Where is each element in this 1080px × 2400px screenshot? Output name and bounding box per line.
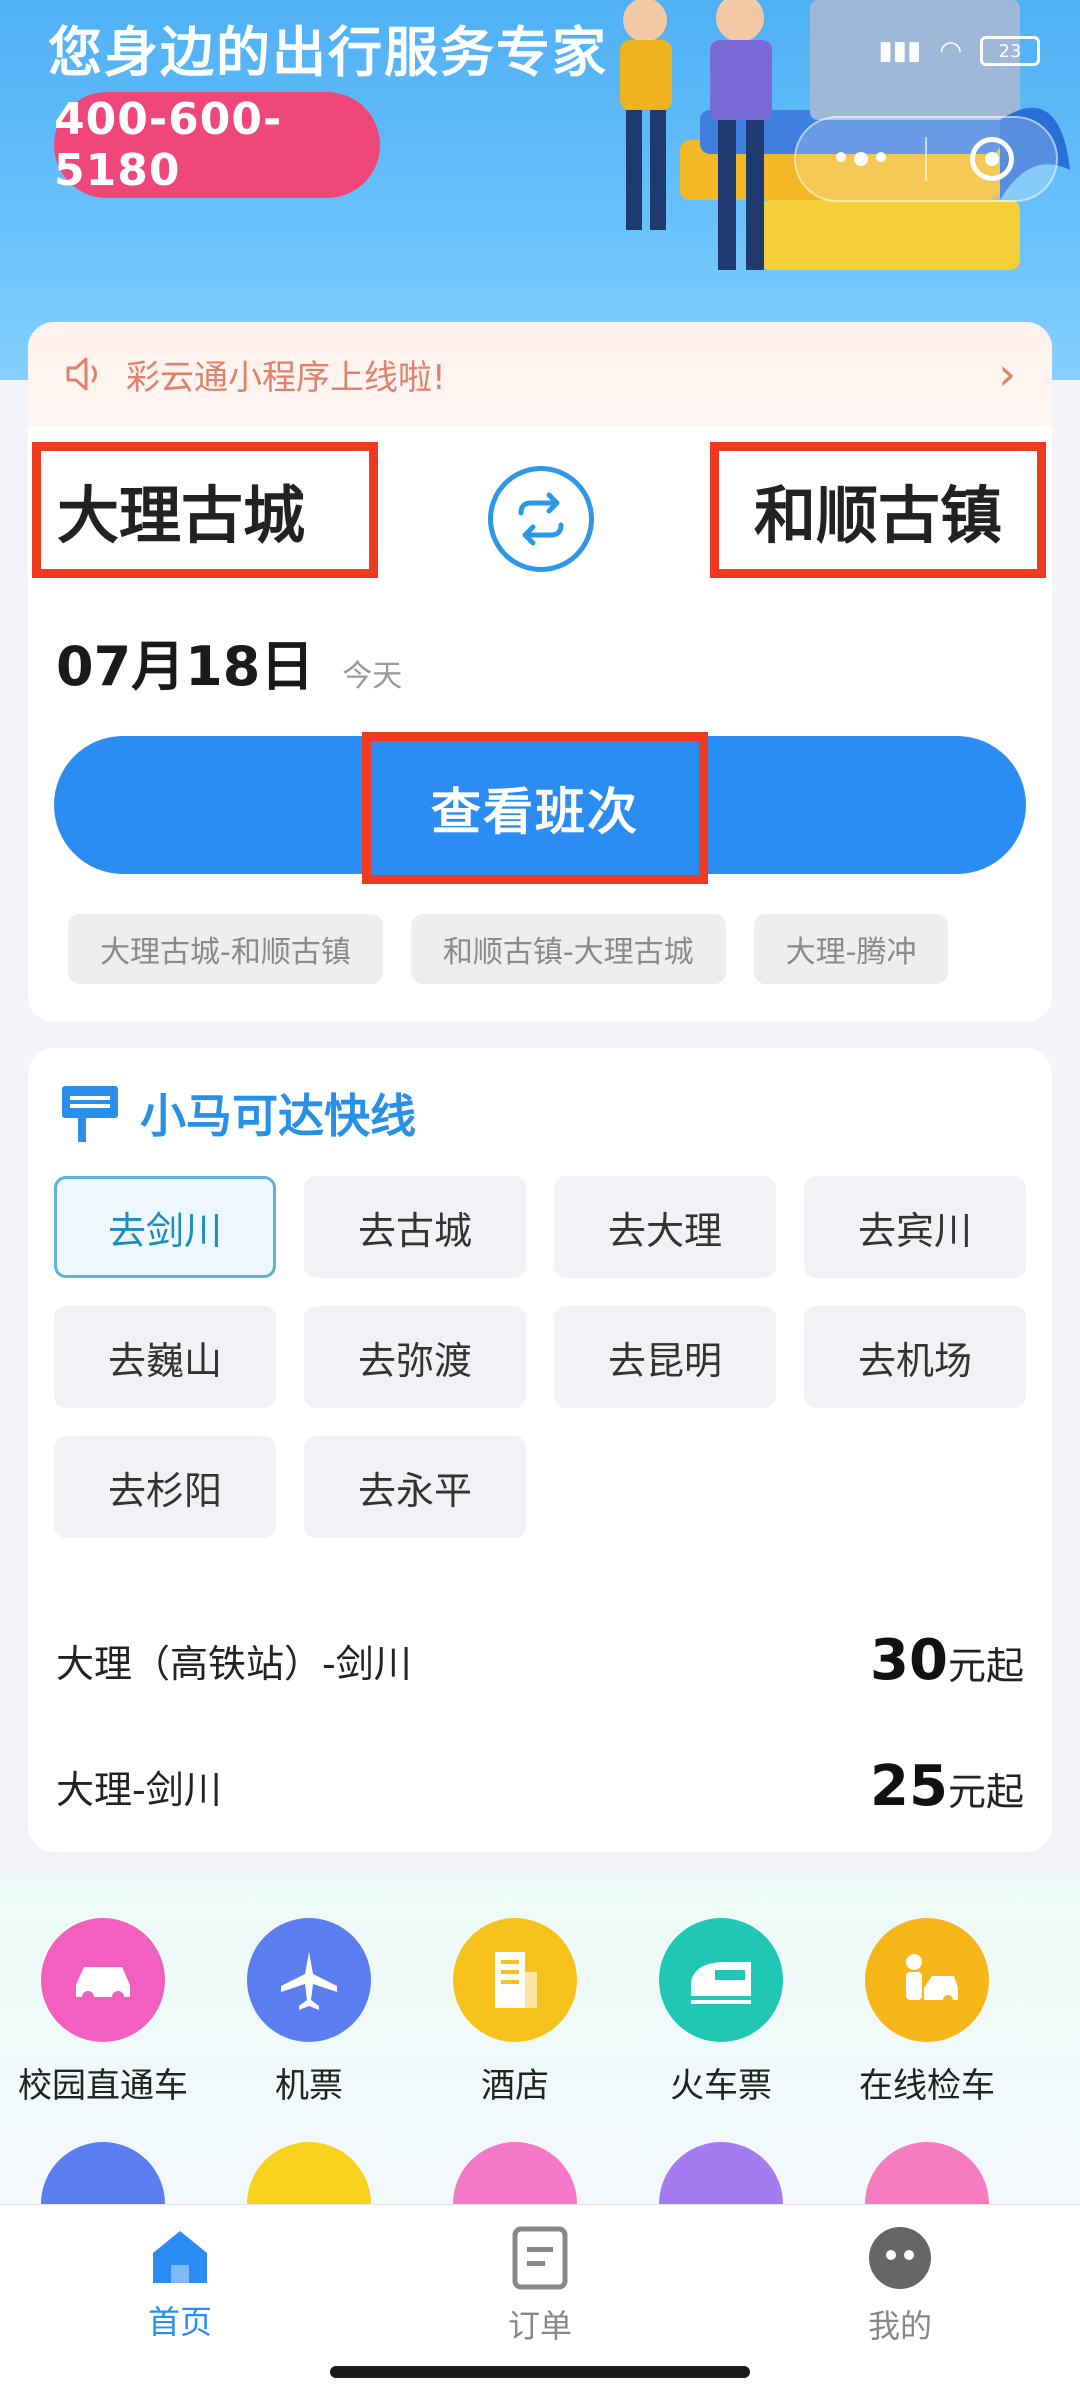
- destination-button[interactable]: 去巍山: [54, 1306, 276, 1408]
- destination-button[interactable]: 去弥渡: [304, 1306, 526, 1408]
- price-number: 30: [870, 1628, 948, 1693]
- train-icon: [659, 1918, 783, 2042]
- destination-button[interactable]: 去杉阳: [54, 1436, 276, 1538]
- destination-button[interactable]: 去机场: [804, 1306, 1026, 1408]
- profile-icon: [869, 2227, 931, 2289]
- home-icon: [153, 2231, 207, 2283]
- arch-icon[interactable]: [865, 2142, 989, 2212]
- target-icon: [969, 137, 1014, 181]
- destination-button[interactable]: 去古城: [304, 1176, 526, 1278]
- service-label: 火车票: [670, 2066, 772, 2106]
- departure-city[interactable]: 大理古城: [32, 442, 378, 578]
- destination-button[interactable]: 去宾川: [804, 1176, 1026, 1278]
- express-header: 小马可达快线: [58, 1080, 416, 1146]
- announcement-bar[interactable]: 彩云通小程序上线啦! ›: [28, 322, 1052, 426]
- price-unit: 元起: [947, 1770, 1024, 1814]
- order-icon: [512, 2226, 568, 2290]
- chevron-right-icon: ›: [998, 348, 1016, 400]
- speaker-icon: [66, 357, 97, 391]
- status-bar: ▮▮▮ ◠ 23: [878, 36, 1040, 66]
- temple-icon[interactable]: [453, 2142, 577, 2212]
- departure-date[interactable]: 07月18日 今天: [56, 622, 402, 701]
- tab-label: 首页: [147, 2303, 212, 2341]
- search-history: 大理古城-和顺古镇 和顺古镇-大理古城 大理-腾冲: [68, 914, 949, 984]
- route-search-card: 彩云通小程序上线啦! › 大理古城 和顺古镇 07月18日 今天 查看班次 大理…: [28, 322, 1052, 1022]
- service-label: 校园直通车: [18, 2066, 188, 2106]
- destination-grid: 去剑川 去古城 去大理 去宾川 去巍山 去弥渡 去昆明 去机场 去杉阳 去永平: [54, 1176, 1028, 1538]
- more-dots-icon: [835, 152, 886, 166]
- search-schedules-label[interactable]: 查看班次: [362, 732, 708, 884]
- destination-button[interactable]: 去昆明: [554, 1306, 776, 1408]
- tab-profile[interactable]: 我的: [800, 2225, 1000, 2347]
- miniprogram-capsule: [794, 116, 1058, 202]
- swap-icon: [518, 492, 564, 546]
- service-label: 酒店: [481, 2066, 549, 2106]
- swap-cities-button[interactable]: [488, 466, 594, 572]
- bus-stop-icon: [62, 1086, 118, 1142]
- close-miniprogram-button[interactable]: [927, 118, 1056, 200]
- service-flights[interactable]: 机票: [206, 1918, 412, 2107]
- service-row-partial: [0, 2142, 1080, 2212]
- banner-slogan: 您身边的出行服务专家: [48, 21, 608, 84]
- wifi-icon: ◠: [939, 36, 962, 66]
- service-hotel[interactable]: 酒店: [412, 1918, 618, 2107]
- service-label: 机票: [275, 2066, 343, 2106]
- service-car-inspection[interactable]: 在线检车: [824, 1918, 1030, 2107]
- service-label: 在线检车: [859, 2066, 995, 2106]
- battery-icon: 23: [980, 36, 1040, 66]
- price-value: 30 元起: [870, 1628, 1024, 1693]
- charging-icon[interactable]: [41, 2142, 165, 2212]
- route-selector: 大理古城 和顺古镇: [28, 442, 1052, 622]
- car-inspection-icon: [865, 1918, 989, 2042]
- tab-orders[interactable]: 订单: [440, 2225, 640, 2347]
- price-route-name: 大理-剑川: [56, 1768, 222, 1812]
- announcement-text: 彩云通小程序上线啦!: [126, 357, 446, 398]
- destination-button[interactable]: 去剑川: [54, 1176, 276, 1278]
- history-chip[interactable]: 和顺古镇-大理古城: [410, 914, 726, 984]
- tab-label: 订单: [507, 2307, 572, 2345]
- destination-button[interactable]: 去永平: [304, 1436, 526, 1538]
- more-menu-button[interactable]: [796, 118, 925, 200]
- history-chip[interactable]: 大理古城-和顺古镇: [68, 914, 383, 984]
- price-row[interactable]: 大理-剑川 25 元起: [56, 1754, 1024, 1819]
- date-value: 07月18日: [56, 635, 315, 698]
- tab-home[interactable]: 首页: [80, 2225, 280, 2343]
- destination-button[interactable]: 去大理: [554, 1176, 776, 1278]
- service-train[interactable]: 火车票: [618, 1918, 824, 2107]
- price-unit: 元起: [947, 1644, 1024, 1688]
- date-hint: 今天: [342, 659, 403, 694]
- service-grid: 校园直通车 机票 酒店 火车票 在线检车: [0, 1880, 1080, 2212]
- car-icon: [41, 1918, 165, 2042]
- history-chip[interactable]: 大理-腾冲: [753, 914, 949, 984]
- taxi-icon[interactable]: [247, 2142, 371, 2212]
- express-line-card: 小马可达快线 去剑川 去古城 去大理 去宾川 去巍山 去弥渡 去昆明 去机场 去…: [28, 1048, 1052, 1852]
- airplane-icon: [247, 1918, 371, 2042]
- building-icon: [453, 1918, 577, 2042]
- tab-label: 我的: [867, 2307, 932, 2345]
- express-title: 小马可达快线: [140, 1089, 416, 1143]
- home-indicator: [330, 2366, 750, 2378]
- price-route-name: 大理（高铁站）-剑川: [56, 1642, 412, 1686]
- price-number: 25: [870, 1754, 948, 1819]
- price-row[interactable]: 大理（高铁站）-剑川 30 元起: [56, 1628, 1024, 1693]
- service-campus-shuttle[interactable]: 校园直通车: [0, 1918, 206, 2107]
- house-icon[interactable]: [659, 2142, 783, 2212]
- arrival-city[interactable]: 和顺古镇: [710, 442, 1046, 578]
- signal-icon: ▮▮▮: [878, 36, 922, 66]
- hotline-button[interactable]: 400-600-5180: [54, 92, 380, 198]
- price-value: 25 元起: [870, 1754, 1024, 1819]
